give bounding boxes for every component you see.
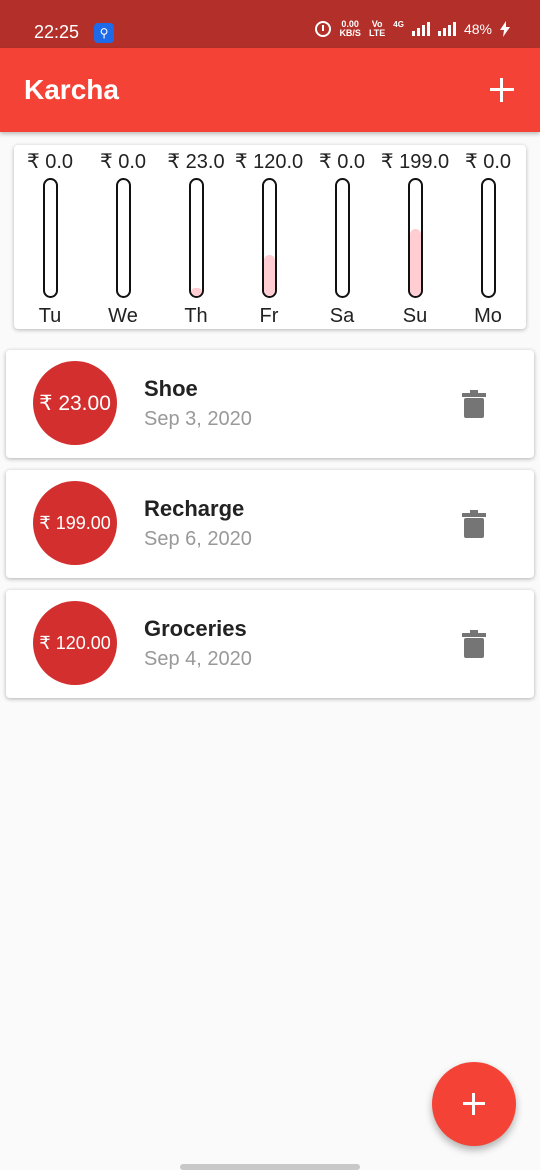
chart-column-th: ₹ 23.0 Th <box>160 145 232 329</box>
volte-indicator: Vo LTE <box>369 20 385 38</box>
chart-bar <box>335 178 350 298</box>
chart-bar-fill <box>264 255 275 296</box>
signal-icon <box>411 22 430 36</box>
transaction-card: ₹ 120.00 Groceries Sep 4, 2020 <box>6 590 534 698</box>
transaction-date: Sep 6, 2020 <box>144 528 252 550</box>
chart-column-tu: ₹ 0.0 Tu <box>14 145 86 329</box>
charging-bolt-icon <box>500 21 510 37</box>
chart-column-mo: ₹ 0.0 Mo <box>452 145 524 329</box>
chart-day-label: Tu <box>38 305 62 327</box>
app-title: Karcha <box>24 74 119 105</box>
chart-bar <box>262 178 277 298</box>
weekly-spending-chart: ₹ 0.0 Tu ₹ 0.0 We ₹ 23.0 Th ₹ 120.0 Fr ₹ 0.0 Sa ₹ … <box>14 145 526 329</box>
add-expense-icon[interactable] <box>486 74 518 106</box>
amount-circle: ₹ 23.00 <box>33 361 117 445</box>
status-time: 22:25 <box>34 22 80 42</box>
chart-bar <box>408 178 423 298</box>
transaction-card: ₹ 199.00 Recharge Sep 6, 2020 <box>6 470 534 578</box>
transaction-date: Sep 4, 2020 <box>144 648 252 670</box>
chart-day-label: We <box>108 305 138 327</box>
chart-column-su: ₹ 199.0 Su <box>379 145 451 329</box>
delete-icon[interactable] <box>462 390 486 418</box>
chart-bar <box>116 178 131 298</box>
chart-day-label: Fr <box>259 305 279 327</box>
chart-bar <box>43 178 58 298</box>
transaction-card: ₹ 23.00 Shoe Sep 3, 2020 <box>6 350 534 458</box>
chart-amount-label: ₹ 0.0 <box>464 151 512 173</box>
chart-amount-label: ₹ 199.0 <box>380 151 450 173</box>
chart-amount-label: ₹ 0.0 <box>99 151 147 173</box>
transaction-title: Groceries <box>144 616 247 641</box>
app-bar: Karcha <box>0 48 540 132</box>
transaction-title: Recharge <box>144 496 245 521</box>
signal-icon-2 <box>437 22 456 36</box>
amount-circle: ₹ 120.00 <box>33 601 117 685</box>
chart-day-label: Th <box>184 305 208 327</box>
amount-circle: ₹ 199.00 <box>33 481 117 565</box>
chart-amount-label: ₹ 120.0 <box>234 151 304 173</box>
add-expense-fab[interactable] <box>432 1062 516 1146</box>
chart-bar-fill <box>410 228 421 296</box>
volte-bottom: LTE <box>368 28 386 38</box>
chart-amount-label: ₹ 0.0 <box>26 151 74 173</box>
gesture-navigation-bar[interactable] <box>180 1164 360 1170</box>
battery-level: 48% <box>463 21 492 37</box>
chart-bar <box>189 178 204 298</box>
chart-column-sa: ₹ 0.0 Sa <box>306 145 378 329</box>
notification-app-icon: ⚲ <box>94 23 114 43</box>
network-speed: 0.00 KB/S <box>339 20 361 38</box>
chart-amount-label: ₹ 23.0 <box>167 151 225 173</box>
network-type: 4G <box>393 20 404 29</box>
chart-day-label: Su <box>402 305 428 327</box>
alarm-icon <box>315 21 332 37</box>
net-speed-unit: KB/S <box>339 28 361 38</box>
transaction-date: Sep 3, 2020 <box>144 408 252 430</box>
chart-day-label: Sa <box>329 305 355 327</box>
chart-amount-label: ₹ 0.0 <box>318 151 366 173</box>
transaction-title: Shoe <box>144 376 198 401</box>
delete-icon[interactable] <box>462 510 486 538</box>
chart-column-we: ₹ 0.0 We <box>87 145 159 329</box>
chart-day-label: Mo <box>474 305 502 327</box>
chart-bar-fill <box>191 288 202 296</box>
chart-bar <box>481 178 496 298</box>
status-indicators: 0.00 KB/S Vo LTE 4G 48% <box>315 20 510 38</box>
delete-icon[interactable] <box>462 630 486 658</box>
chart-column-fr: ₹ 120.0 Fr <box>233 145 305 329</box>
status-bar: 22:25 ⚲ 0.00 KB/S Vo LTE 4G 48% <box>0 0 540 48</box>
